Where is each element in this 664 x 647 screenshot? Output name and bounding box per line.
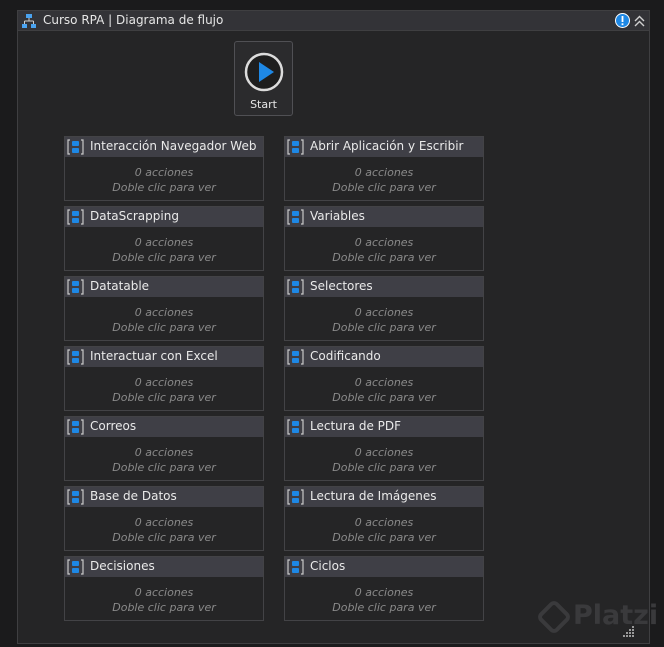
sequence-node[interactable]: Abrir Aplicación y Escribir 0 acciones D… — [284, 136, 484, 201]
sequence-node[interactable]: Variables 0 acciones Doble clic para ver — [284, 206, 484, 271]
open-hint: Doble clic para ver — [112, 181, 216, 194]
sequence-icon — [287, 559, 304, 575]
sequence-icon — [67, 489, 84, 505]
sequence-node[interactable]: DataScrapping 0 acciones Doble clic para… — [64, 206, 264, 271]
sequence-node[interactable]: Interacción Navegador Web 0 acciones Dob… — [64, 136, 264, 201]
sequence-node[interactable]: Interactuar con Excel 0 acciones Doble c… — [64, 346, 264, 411]
sequence-icon — [67, 279, 84, 295]
action-count: 0 acciones — [134, 376, 194, 389]
sequence-icon — [287, 489, 304, 505]
action-count: 0 acciones — [354, 586, 414, 599]
open-hint: Doble clic para ver — [112, 601, 216, 614]
sequence-node[interactable]: Selectores 0 acciones Doble clic para ve… — [284, 276, 484, 341]
sequence-header: Codificando — [285, 347, 483, 367]
action-count: 0 acciones — [354, 376, 414, 389]
sequence-header: Interacción Navegador Web — [65, 137, 263, 157]
play-icon — [244, 52, 284, 92]
sequence-icon — [67, 419, 84, 435]
open-hint: Doble clic para ver — [112, 251, 216, 264]
action-count: 0 acciones — [134, 516, 194, 529]
sequence-header: Variables — [285, 207, 483, 227]
platzi-watermark: Platzi — [535, 598, 659, 635]
sequence-node[interactable]: Datatable 0 acciones Doble clic para ver — [64, 276, 264, 341]
sequence-icon — [287, 279, 304, 295]
open-hint: Doble clic para ver — [332, 181, 436, 194]
sequence-title: Decisiones — [90, 559, 155, 573]
sequence-node[interactable]: Lectura de Imágenes 0 acciones Doble cli… — [284, 486, 484, 551]
sequence-icon — [287, 139, 304, 155]
open-hint: Doble clic para ver — [112, 531, 216, 544]
start-node[interactable]: Start — [234, 41, 293, 116]
panel-title: Curso RPA | Diagrama de flujo — [43, 13, 224, 27]
sequence-icon — [67, 559, 84, 575]
sequence-header: Abrir Aplicación y Escribir — [285, 137, 483, 157]
flowchart-panel: Curso RPA | Diagrama de flujo Start Inte… — [17, 10, 650, 644]
sequence-icon — [67, 349, 84, 365]
sequence-header: DataScrapping — [65, 207, 263, 227]
sequence-node[interactable]: Codificando 0 acciones Doble clic para v… — [284, 346, 484, 411]
sequence-icon — [287, 349, 304, 365]
warning-icon[interactable] — [615, 13, 630, 28]
sequence-header: Selectores — [285, 277, 483, 297]
sequence-header: Correos — [65, 417, 263, 437]
action-count: 0 acciones — [134, 446, 194, 459]
action-count: 0 acciones — [134, 306, 194, 319]
sequence-header: Decisiones — [65, 557, 263, 577]
sequence-title: Ciclos — [310, 559, 346, 573]
open-hint: Doble clic para ver — [332, 251, 436, 264]
action-count: 0 acciones — [354, 166, 414, 179]
action-count: 0 acciones — [354, 236, 414, 249]
open-hint: Doble clic para ver — [112, 461, 216, 474]
start-label: Start — [250, 98, 277, 111]
flowchart-icon — [22, 14, 36, 28]
sequence-node[interactable]: Lectura de PDF 0 acciones Doble clic par… — [284, 416, 484, 481]
sequence-header: Interactuar con Excel — [65, 347, 263, 367]
sequence-node[interactable]: Base de Datos 0 acciones Doble clic para… — [64, 486, 264, 551]
action-count: 0 acciones — [134, 586, 194, 599]
open-hint: Doble clic para ver — [332, 391, 436, 404]
action-count: 0 acciones — [134, 236, 194, 249]
sequence-title: Base de Datos — [90, 489, 177, 503]
sequence-title: Lectura de PDF — [310, 419, 402, 433]
open-hint: Doble clic para ver — [332, 461, 436, 474]
open-hint: Doble clic para ver — [112, 321, 216, 334]
collapse-icon[interactable] — [633, 14, 646, 28]
sequence-icon — [67, 209, 84, 225]
open-hint: Doble clic para ver — [332, 321, 436, 334]
sequence-header: Ciclos — [285, 557, 483, 577]
sequence-header: Datatable — [65, 277, 263, 297]
sequence-title: DataScrapping — [90, 209, 179, 223]
sequence-title: Variables — [310, 209, 365, 223]
open-hint: Doble clic para ver — [332, 531, 436, 544]
sequence-title: Selectores — [310, 279, 373, 293]
sequence-title: Interactuar con Excel — [90, 349, 218, 363]
action-count: 0 acciones — [354, 516, 414, 529]
sequence-node[interactable]: Decisiones 0 acciones Doble clic para ve… — [64, 556, 264, 621]
sequence-header: Lectura de PDF — [285, 417, 483, 437]
sequence-title: Codificando — [310, 349, 381, 363]
open-hint: Doble clic para ver — [332, 601, 436, 614]
panel-titlebar: Curso RPA | Diagrama de flujo — [18, 11, 649, 31]
sequence-node[interactable]: Ciclos 0 acciones Doble clic para ver — [284, 556, 484, 621]
sequence-icon — [67, 139, 84, 155]
open-hint: Doble clic para ver — [112, 391, 216, 404]
action-count: 0 acciones — [134, 166, 194, 179]
sequence-icon — [287, 209, 304, 225]
sequence-title: Abrir Aplicación y Escribir — [310, 139, 464, 153]
sequence-header: Base de Datos — [65, 487, 263, 507]
sequence-icon — [287, 419, 304, 435]
sequence-header: Lectura de Imágenes — [285, 487, 483, 507]
sequence-title: Interacción Navegador Web — [90, 139, 257, 153]
sequence-title: Datatable — [90, 279, 150, 293]
platzi-logo-icon — [535, 598, 573, 635]
sequence-title: Correos — [90, 419, 137, 433]
action-count: 0 acciones — [354, 446, 414, 459]
sequence-title: Lectura de Imágenes — [310, 489, 437, 503]
action-count: 0 acciones — [354, 306, 414, 319]
sequence-node[interactable]: Correos 0 acciones Doble clic para ver — [64, 416, 264, 481]
watermark-text: Platzi — [573, 600, 659, 631]
